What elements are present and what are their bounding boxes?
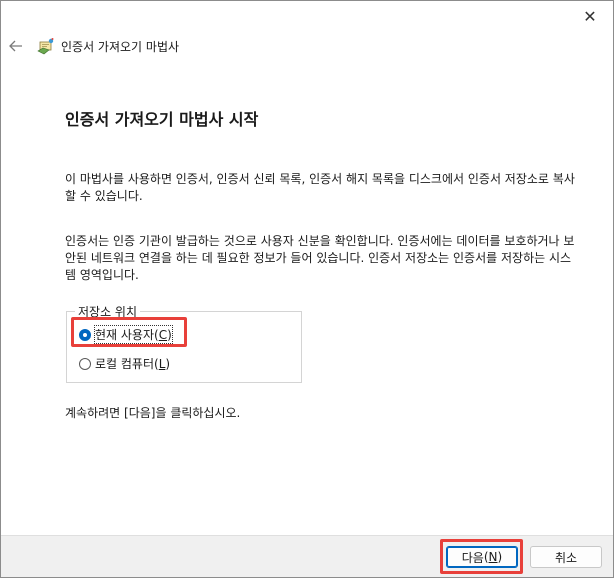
wizard-title: 인증서 가져오기 마법사 bbox=[61, 40, 180, 54]
wizard-content: 인증서 가져오기 마법사 시작 이 마법사를 사용하면 인증서, 인증서 신뢰 … bbox=[1, 61, 613, 535]
radio-current-user-label: 현재 사용자(C) bbox=[94, 325, 173, 344]
continue-instruction: 계속하려면 [다음]을 클릭하십시오. bbox=[65, 406, 241, 420]
certificate-wizard-icon bbox=[37, 37, 55, 55]
store-location-group: 저장소 위치 현재 사용자(C) 로컬 컴퓨터(L) bbox=[66, 303, 302, 383]
cancel-button[interactable]: 취소 bbox=[530, 546, 602, 568]
certificate-import-wizard-window: ✕ 인증서 가져오기 마법사 인증서 가져오기 마법사 시작 이 마법사를 사용… bbox=[0, 0, 614, 578]
wizard-header: 인증서 가져오기 마법사 bbox=[1, 31, 613, 61]
wizard-footer: 다음(N) 취소 bbox=[1, 535, 613, 577]
back-arrow-icon bbox=[9, 40, 22, 52]
radio-local-machine[interactable]: 로컬 컴퓨터(L) bbox=[79, 355, 170, 372]
radio-selected-icon bbox=[79, 328, 91, 341]
radio-local-machine-label: 로컬 컴퓨터(L) bbox=[95, 357, 171, 371]
radio-current-user[interactable]: 현재 사용자(C) bbox=[79, 325, 173, 344]
certificate-description-paragraph: 인증서는 인증 기관이 발급하는 것으로 사용자 신분을 확인합니다. 인증서에… bbox=[65, 234, 575, 282]
close-button[interactable]: ✕ bbox=[567, 1, 613, 31]
back-button[interactable] bbox=[7, 37, 25, 55]
close-icon: ✕ bbox=[583, 6, 597, 26]
title-bar: ✕ bbox=[1, 1, 613, 31]
next-button[interactable]: 다음(N) bbox=[446, 546, 518, 568]
radio-unselected-icon bbox=[79, 357, 91, 370]
intro-paragraph: 이 마법사를 사용하면 인증서, 인증서 신뢰 목록, 인증서 해지 목록을 디… bbox=[65, 172, 575, 203]
page-title: 인증서 가져오기 마법사 시작 bbox=[65, 110, 259, 129]
store-location-legend: 저장소 위치 bbox=[75, 303, 141, 320]
